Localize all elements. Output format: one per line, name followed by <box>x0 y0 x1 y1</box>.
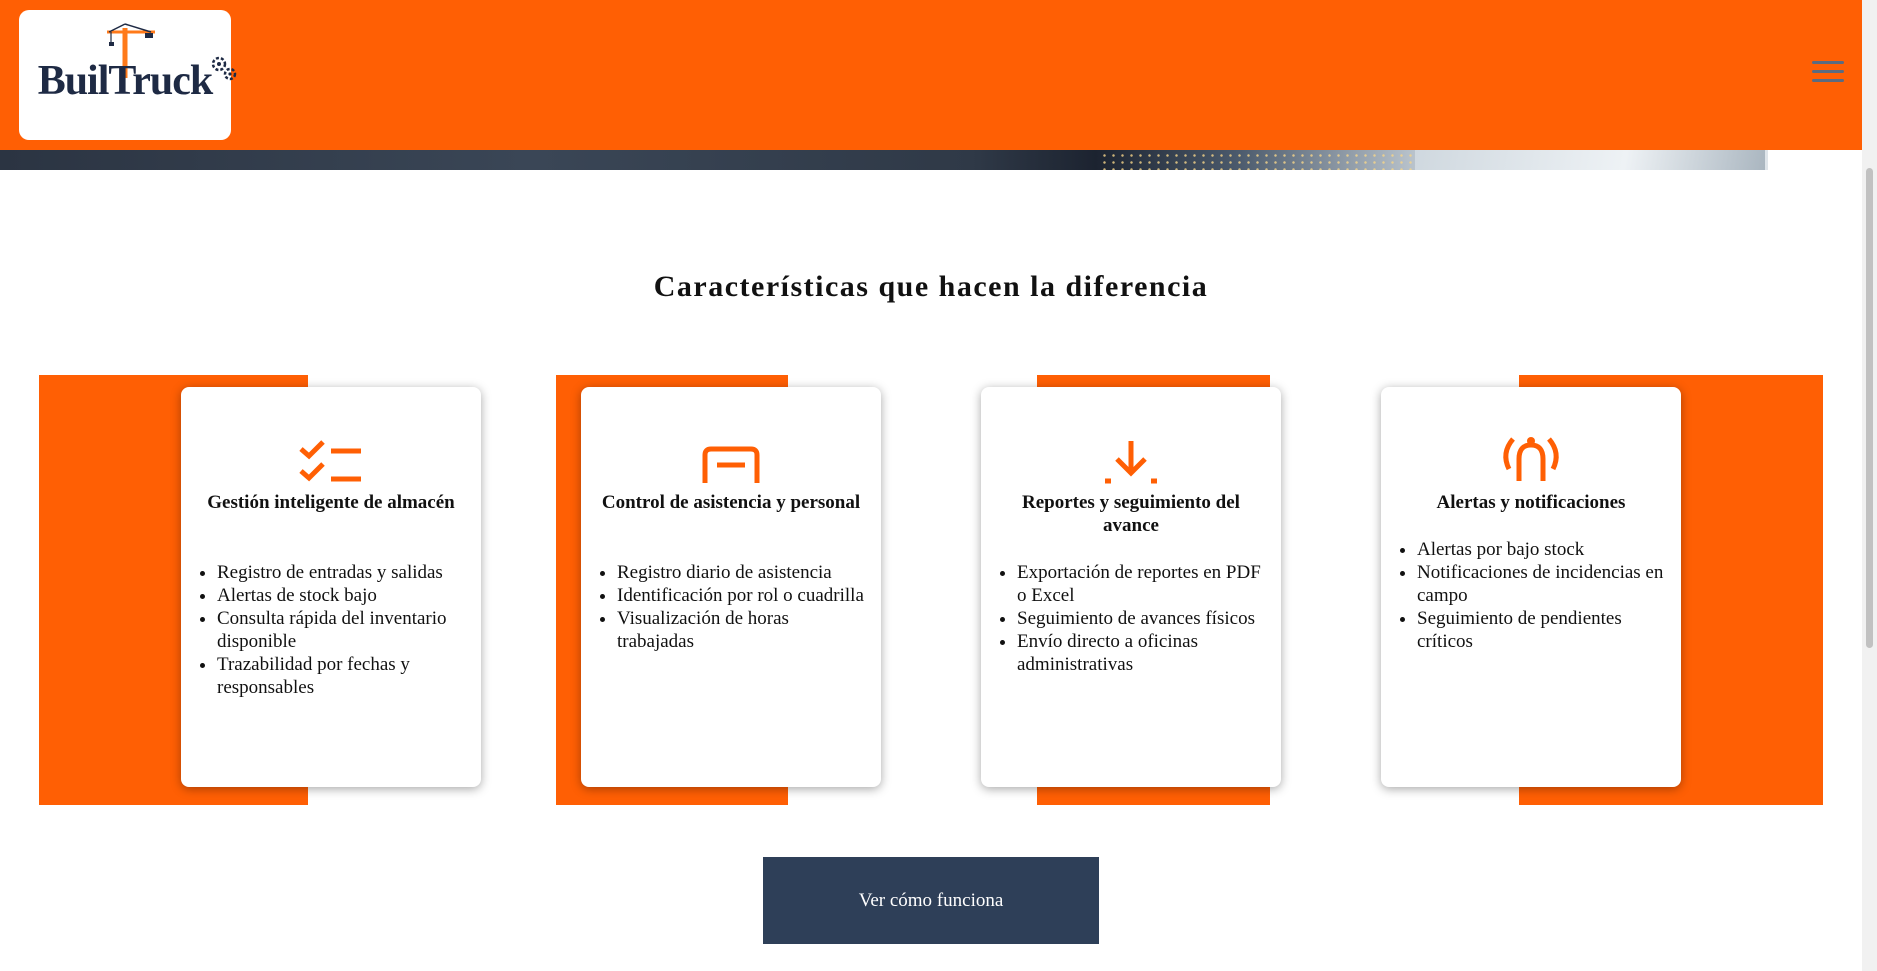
list-item: Seguimiento de avances físicos <box>1017 607 1269 630</box>
hamburger-menu-icon[interactable] <box>1812 61 1844 87</box>
list-item: Consulta rápida del inventario disponibl… <box>217 607 469 653</box>
list-item: Seguimiento de pendientes críticos <box>1417 607 1669 653</box>
feature-block-reports: Reportes y seguimiento del avance Export… <box>956 375 1336 805</box>
logo-text: BuilTruck <box>37 58 214 104</box>
feature-list: Alertas por bajo stock Notificaciones de… <box>1395 538 1669 653</box>
feature-block-warehouse: Gestión inteligente de almacén Registro … <box>39 375 519 805</box>
list-item: Notificaciones de incidencias en campo <box>1417 561 1669 607</box>
list-item: Exportación de reportes en PDF o Excel <box>1017 561 1269 607</box>
list-item: Registro de entradas y salidas <box>217 561 469 584</box>
feature-list: Registro diario de asistencia Identifica… <box>595 561 869 653</box>
feature-list: Registro de entradas y salidas Alertas d… <box>195 561 469 699</box>
feature-card: Control de asistencia y personal Registr… <box>581 387 881 787</box>
feature-card: Gestión inteligente de almacén Registro … <box>181 387 481 787</box>
feature-block-alerts: Alertas y notificaciones Alertas por baj… <box>1356 375 1826 805</box>
checklist-icon <box>299 440 361 482</box>
logo[interactable]: BuilTruck <box>19 10 237 140</box>
feature-card-title: Alertas y notificaciones <box>1436 492 1626 513</box>
feature-card-title: Reportes y seguimiento del avance <box>1022 492 1240 536</box>
badge-icon <box>702 446 760 483</box>
download-icon <box>1105 441 1157 484</box>
feature-card-title: Gestión inteligente de almacén <box>207 492 455 513</box>
list-item: Alertas por bajo stock <box>1417 538 1669 561</box>
ver-como-funciona-button[interactable]: Ver cómo funciona <box>763 857 1099 944</box>
gears-icon <box>211 56 237 81</box>
feature-list: Exportación de reportes en PDF o Excel S… <box>995 561 1269 676</box>
list-item: Envío directo a oficinas administrativas <box>1017 630 1269 676</box>
list-item: Trazabilidad por fechas y responsables <box>217 653 469 699</box>
feature-block-attendance: Control de asistencia y personal Registr… <box>556 375 896 805</box>
site-header: BuilTruck <box>0 0 1862 150</box>
list-item: Identificación por rol o cuadrilla <box>617 584 869 607</box>
feature-card: Reportes y seguimiento del avance Export… <box>981 387 1281 787</box>
list-item: Alertas de stock bajo <box>217 584 469 607</box>
feature-card: Alertas y notificaciones Alertas por baj… <box>1381 387 1681 787</box>
hero-glass-building <box>1415 150 1765 170</box>
feature-card-title: Control de asistencia y personal <box>601 492 861 513</box>
section-title: Características que hacen la diferencia <box>653 270 1209 303</box>
list-item: Visualización de horas trabajadas <box>617 607 869 653</box>
list-item: Registro diario de asistencia <box>617 561 869 584</box>
scrollbar-thumb[interactable] <box>1866 168 1873 648</box>
alert-signal-icon <box>1503 437 1559 481</box>
